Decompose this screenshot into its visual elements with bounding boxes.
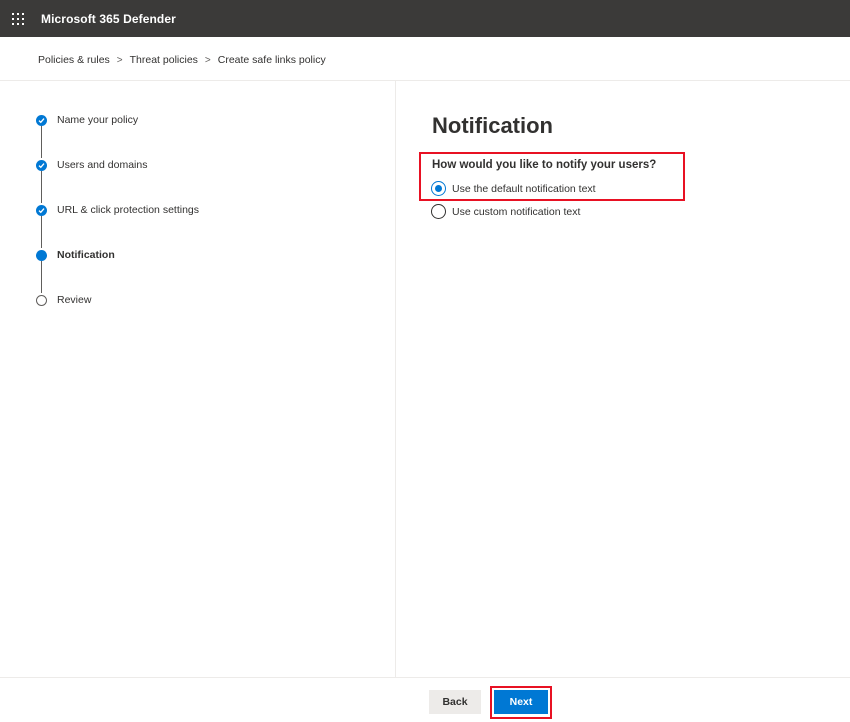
footer-divider [0, 677, 850, 678]
radio-label: Use custom notification text [452, 205, 581, 218]
radio-label: Use the default notification text [452, 182, 596, 195]
step-notification[interactable]: Notification [57, 249, 115, 261]
step-connector [41, 171, 42, 203]
radio-button[interactable] [431, 204, 446, 219]
top-bar: Microsoft 365 Defender [0, 0, 850, 37]
app-launcher-button[interactable] [0, 0, 36, 37]
notification-question: How would you like to notify your users? [432, 159, 657, 171]
waffle-icon [12, 12, 24, 25]
step-connector [41, 216, 42, 248]
breadcrumb-item-threat-policies[interactable]: Threat policies [130, 54, 198, 66]
chevron-right-icon: > [204, 54, 211, 66]
step-connector [41, 261, 42, 293]
radio-button-selected[interactable] [431, 181, 446, 196]
next-button[interactable]: Next [494, 690, 548, 714]
current-step-dot-icon [36, 250, 47, 261]
radio-default-notification[interactable]: Use the default notification text [431, 181, 596, 196]
app-title[interactable]: Microsoft 365 Defender [41, 12, 176, 26]
step-url-click-protection[interactable]: URL & click protection settings [57, 204, 199, 216]
header-divider [0, 80, 850, 81]
checkmark-icon [36, 115, 47, 126]
breadcrumb-item-policies-rules[interactable]: Policies & rules [38, 54, 110, 66]
radio-custom-notification[interactable]: Use custom notification text [431, 204, 580, 219]
panel-divider [395, 81, 396, 677]
breadcrumb: Policies & rules > Threat policies > Cre… [38, 52, 326, 68]
breadcrumb-item-current: Create safe links policy [217, 54, 326, 66]
back-button[interactable]: Back [429, 690, 481, 714]
step-name-your-policy[interactable]: Name your policy [57, 114, 138, 126]
step-review[interactable]: Review [57, 294, 91, 306]
step-connector [41, 126, 42, 158]
step-users-and-domains[interactable]: Users and domains [57, 159, 147, 171]
checkmark-icon [36, 205, 47, 216]
empty-circle-icon [36, 295, 47, 306]
chevron-right-icon: > [116, 54, 123, 66]
checkmark-icon [36, 160, 47, 171]
page-title: Notification [432, 113, 553, 138]
